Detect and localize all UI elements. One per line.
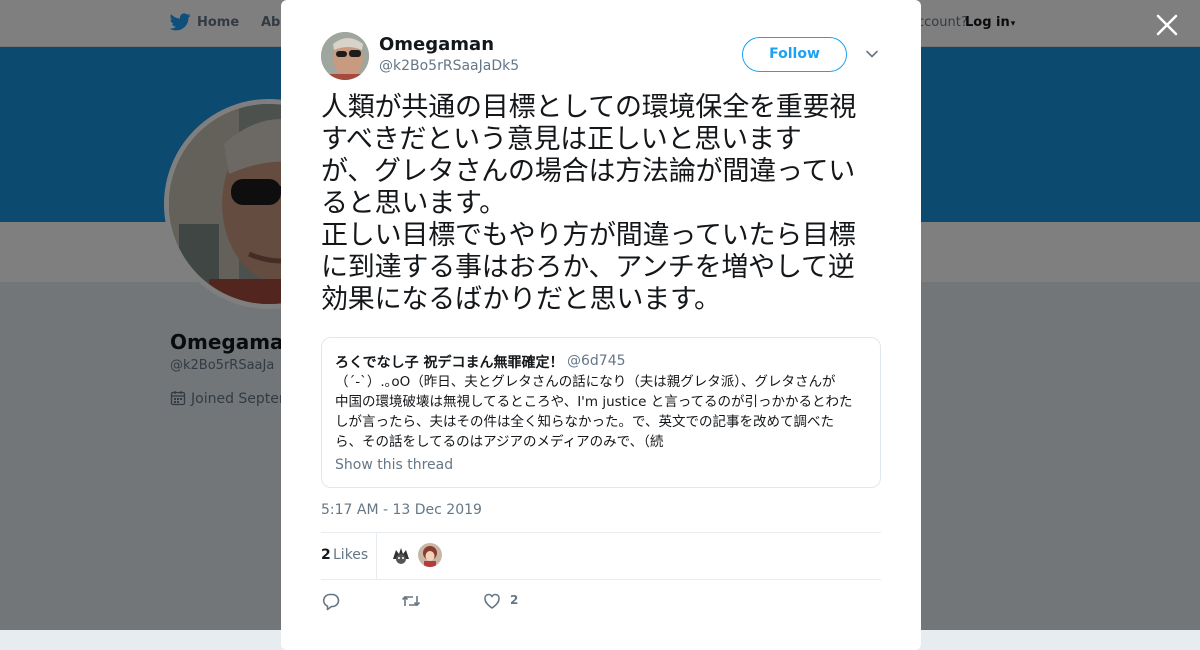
author-avatar[interactable] — [321, 32, 369, 80]
tweet-modal: Omegaman @k2Bo5rRSaaJaDk5 Follow 人類が共通の目… — [281, 0, 921, 650]
liker-avatar[interactable] — [389, 543, 413, 567]
likes-label[interactable]: Likes — [333, 547, 368, 563]
close-icon[interactable] — [1154, 12, 1180, 38]
heart-icon[interactable] — [482, 591, 502, 611]
quoted-author-name: ろくでなし子 祝デコまん無罪確定！ — [335, 355, 564, 371]
liker-avatar-image — [418, 543, 442, 567]
divider — [321, 532, 881, 533]
reply-icon[interactable] — [321, 591, 341, 611]
author-avatar-image — [321, 32, 369, 80]
quoted-tweet[interactable]: ろくでなし子 祝デコまん無罪確定！ @6d745 （´-`）.｡oO（昨日、夫と… — [321, 337, 881, 488]
retweet-icon[interactable] — [401, 591, 421, 611]
like-action-count: 2 — [510, 593, 519, 607]
tweet-timestamp[interactable]: 5:17 AM - 13 Dec 2019 — [321, 502, 482, 518]
quoted-tweet-text: （´-`）.｡oO（昨日、夫とグレタさんの話になり（夫は親グレタ派）、グレタさん… — [335, 374, 853, 450]
divider — [321, 579, 881, 580]
follow-button[interactable]: Follow — [742, 37, 847, 72]
likes-count[interactable]: 2 — [321, 547, 331, 563]
liker-avatar-image — [389, 543, 413, 567]
show-thread-link[interactable]: Show this thread — [335, 457, 453, 473]
liker-avatar[interactable] — [418, 543, 442, 567]
stats-divider — [376, 533, 377, 579]
chevron-down-icon[interactable] — [865, 47, 879, 61]
author-handle[interactable]: @k2Bo5rRSaaJaDk5 — [379, 58, 519, 74]
author-name[interactable]: Omegaman — [379, 34, 494, 55]
quoted-author-handle: @6d745 — [567, 353, 626, 369]
tweet-text: 人類が共通の目標としての環境保全を重要視 すべきだという意見は正しいと思います … — [321, 92, 857, 315]
